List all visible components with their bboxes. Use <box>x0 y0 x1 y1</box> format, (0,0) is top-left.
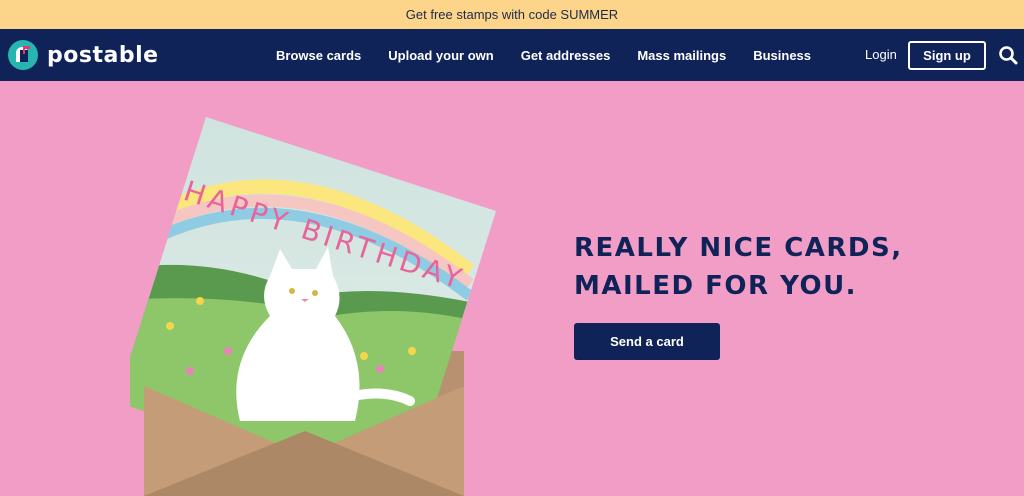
top-navbar: postable Browse cards Upload your own Ge… <box>0 29 1024 81</box>
nav-get-addresses[interactable]: Get addresses <box>521 48 611 63</box>
birthday-card-illustration: HAPPY BIRTHDAY <box>130 117 496 496</box>
signup-button[interactable]: Sign up <box>908 41 986 70</box>
send-card-button-label: Send a card <box>610 334 684 349</box>
hero-headline-line1: REALLY NICE CARDS, <box>574 233 903 263</box>
send-card-button[interactable]: Send a card <box>574 323 720 360</box>
logo[interactable]: postable <box>8 40 159 70</box>
search-icon[interactable] <box>998 45 1018 65</box>
promo-banner: Get free stamps with code SUMMER <box>0 0 1024 29</box>
login-link[interactable]: Login <box>865 47 897 62</box>
logo-text: postable <box>47 42 159 68</box>
nav-upload-your-own[interactable]: Upload your own <box>388 48 493 63</box>
nav-business[interactable]: Business <box>753 48 811 63</box>
promo-text: Get free stamps with code SUMMER <box>405 7 619 22</box>
nav-browse-cards[interactable]: Browse cards <box>276 48 361 63</box>
nav-mass-mailings[interactable]: Mass mailings <box>637 48 726 63</box>
hero-section: HAPPY BIRTHDAY REALLY NICE CARDS, MAILED… <box>0 81 1024 496</box>
postable-logo-icon <box>8 40 38 70</box>
hero-headline: REALLY NICE CARDS, MAILED FOR YOU. <box>574 229 903 305</box>
main-nav: Browse cards Upload your own Get address… <box>276 29 838 81</box>
signup-button-label: Sign up <box>923 48 971 63</box>
hero-headline-line2: MAILED FOR YOU. <box>574 271 858 301</box>
